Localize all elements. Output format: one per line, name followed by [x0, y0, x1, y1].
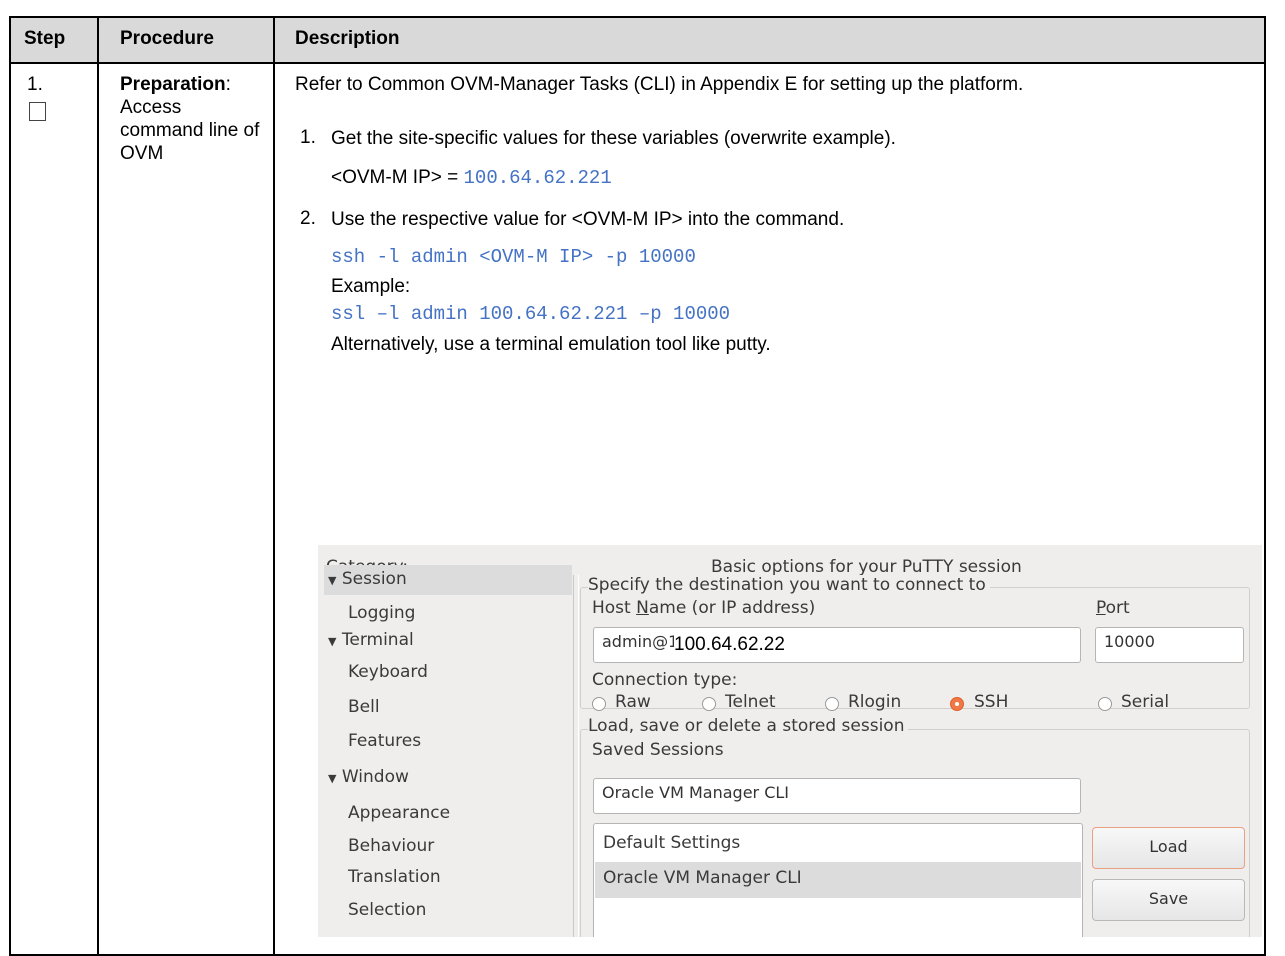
intro-text: Refer to Common OVM-Manager Tasks (CLI) … [295, 74, 1024, 95]
panel-title: Basic options for your PuTTY session [711, 557, 1022, 577]
tree-item-terminal[interactable]: ▼ Terminal [328, 630, 414, 650]
step-number: 1. [27, 74, 43, 95]
destination-group-label: Specify the destination you want to conn… [588, 575, 990, 595]
host-label-mnemonic: N [636, 598, 649, 618]
port-label-part: ort [1105, 598, 1130, 618]
session-list-item[interactable]: Oracle VM Manager CLI [603, 868, 802, 888]
saved-session-input[interactable]: Oracle VM Manager CLI [593, 778, 1081, 814]
load-button[interactable]: Load [1092, 827, 1245, 869]
tree-item-appearance[interactable]: Appearance [348, 803, 450, 823]
radio-ssh-label: SSH [974, 692, 1009, 712]
tree-item-label: Terminal [341, 630, 414, 650]
tree-item-bell[interactable]: Bell [348, 697, 380, 717]
host-name-label: Host Name (or IP address) [592, 598, 815, 618]
tree-item-selection[interactable]: Selection [348, 900, 426, 920]
ip-variable-value: 100.64.62.221 [463, 167, 612, 189]
list-item-2: Use the respective value for <OVM-M IP> … [331, 209, 845, 230]
tree-item-session[interactable]: ▼ Session [328, 569, 407, 589]
ip-variable-line: <OVM-M IP> = 100.64.62.221 [331, 166, 612, 190]
tree-item-label: Window [341, 767, 409, 787]
header-description: Description [295, 28, 400, 49]
radio-telnet-label: Telnet [725, 692, 776, 712]
list-number-2: 2. [300, 208, 316, 229]
radio-raw-label: Raw [615, 692, 651, 712]
radio-raw[interactable] [592, 697, 606, 711]
tree-item-label: Session [341, 569, 407, 589]
expand-triangle-icon: ▼ [328, 574, 337, 587]
list-number-1: 1. [300, 127, 316, 148]
step-checkbox[interactable] [29, 102, 46, 121]
list-item-1: Get the site-specific values for these v… [331, 128, 896, 149]
tree-item-logging[interactable]: Logging [348, 603, 415, 623]
host-value-prefix: admin@1 [602, 632, 679, 651]
command-template: ssh -l admin <OVM-M IP> -p 10000 [331, 246, 696, 268]
tree-item-translation[interactable]: Translation [348, 867, 441, 887]
tree-item-features[interactable]: Features [348, 731, 421, 751]
column-divider [273, 18, 275, 954]
putty-config-screenshot: Category: Basic options for your PuTTY s… [318, 545, 1262, 937]
header-procedure: Procedure [120, 28, 214, 49]
saved-sessions-label: Saved Sessions [592, 740, 724, 760]
session-list-item[interactable]: Default Settings [603, 833, 740, 853]
tree-item-keyboard[interactable]: Keyboard [348, 662, 428, 682]
port-input[interactable]: 10000 [1095, 627, 1244, 663]
procedure-title: Preparation [120, 74, 226, 95]
host-label-part: Host [592, 598, 637, 618]
radio-serial[interactable] [1098, 697, 1112, 711]
tree-item-behaviour[interactable]: Behaviour [348, 836, 434, 856]
session-group-label: Load, save or delete a stored session [588, 716, 909, 736]
expand-triangle-icon: ▼ [328, 635, 337, 648]
procedure-cell: Preparation: Access command line of OVM [120, 73, 268, 165]
header-step: Step [24, 28, 66, 49]
radio-rlogin[interactable] [825, 697, 839, 711]
radio-ssh[interactable] [950, 697, 964, 711]
radio-rlogin-label: Rlogin [848, 692, 902, 712]
ip-variable-label: <OVM-M IP> = [331, 167, 464, 188]
port-label-mnemonic: P [1096, 598, 1106, 618]
connection-type-label: Connection type: [592, 670, 738, 690]
example-label: Example: [331, 276, 411, 297]
tree-item-window[interactable]: ▼ Window [328, 767, 409, 787]
command-example: ssl –l admin 100.64.62.221 –p 10000 [331, 303, 731, 325]
port-label: Port [1096, 598, 1130, 618]
table-header-row: Step Procedure Description [11, 18, 1264, 64]
alternative-text: Alternatively, use a terminal emulation … [331, 334, 771, 355]
expand-triangle-icon: ▼ [328, 772, 337, 785]
session-list[interactable]: Default Settings Oracle VM Manager CLI [593, 823, 1083, 937]
host-value-overlay: 100.64.62.22 [674, 628, 834, 662]
column-divider [97, 18, 99, 954]
radio-telnet[interactable] [702, 697, 716, 711]
radio-serial-label: Serial [1121, 692, 1170, 712]
tree-divider [573, 575, 579, 937]
save-button[interactable]: Save [1092, 879, 1245, 921]
host-name-input[interactable]: admin@1 100.64.62.22 [593, 627, 1081, 663]
host-label-part: ame (or IP address) [648, 598, 816, 618]
